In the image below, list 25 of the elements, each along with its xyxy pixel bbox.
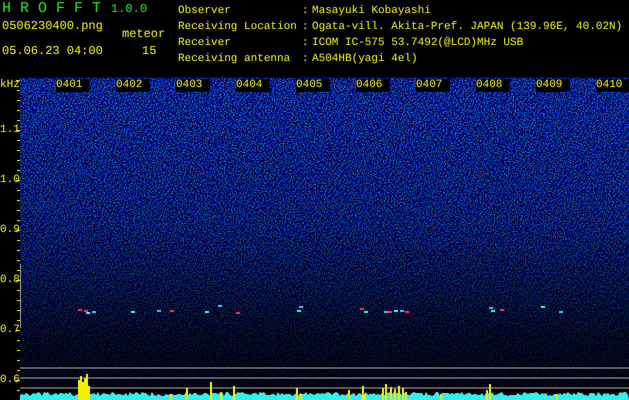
axis-unit: kHz <box>0 78 20 92</box>
axis-label: 1.1 <box>0 123 20 137</box>
file-name: 0506230400.png <box>2 18 104 35</box>
axis-label: 0.6 <box>0 373 20 387</box>
meteor-label: meteor <box>122 26 166 42</box>
app-name: H R O F F T <box>2 1 102 17</box>
info-colon: : <box>302 4 310 19</box>
info-colon: : <box>302 20 310 35</box>
axis-label: 0.9 <box>0 223 20 237</box>
info-value: A504HB(yagi 4el) <box>312 52 418 67</box>
info-label: Receiving antenna <box>178 52 292 67</box>
info-label: Receiver <box>178 36 232 51</box>
info-label: Observer <box>178 4 232 19</box>
version-label: 1.0.0 <box>111 1 148 17</box>
date-time: 05.06.23 04:00 <box>2 43 104 59</box>
axis-label: 1.0 <box>0 173 20 187</box>
info-label: Receiving Location <box>178 20 298 35</box>
info-value: Masayuki Kobayashi <box>312 4 431 19</box>
axis-label: 0.8 <box>0 273 20 287</box>
meteor-count: 15 <box>142 43 156 59</box>
info-value: ICOM IC-575 53.7492(@LCD)MHz USB <box>312 36 524 51</box>
info-value: Ogata-vill. Akita-Pref. JAPAN (139.96E, 40.02N) <box>312 20 622 35</box>
info-colon: : <box>302 52 310 67</box>
info-colon: : <box>302 36 310 51</box>
axis-label: 0.7 <box>0 323 20 337</box>
